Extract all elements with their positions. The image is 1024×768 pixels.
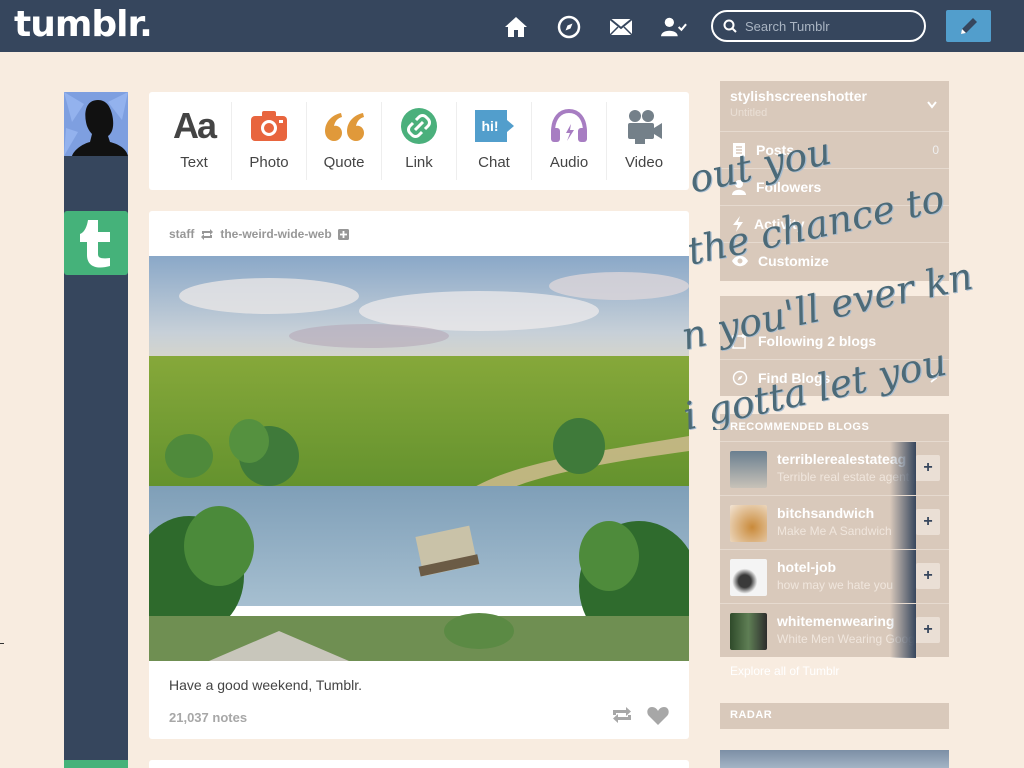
sidebar-item-customize[interactable]: Customize <box>720 242 949 279</box>
radar-image[interactable] <box>720 750 949 768</box>
fade-overlay <box>890 496 916 550</box>
recommended-blog-item[interactable]: hotel-job how may we hate you + <box>720 549 949 604</box>
post-type-selector: Aa Text Photo Quote Link hi! Chat Audio <box>149 92 689 190</box>
recommended-blogs-title: RECOMMENDED BLOGS <box>730 421 870 433</box>
tumblr-logo[interactable]: tumblr. <box>14 4 153 45</box>
compose-button[interactable] <box>946 10 991 42</box>
dashboard-post: staff the-weird-wide-web Have a good wee… <box>149 211 689 739</box>
edge-marker <box>0 643 4 644</box>
sidebar-item-activity[interactable]: Activity <box>720 205 949 242</box>
post-type-label: Video <box>624 154 664 171</box>
post-author-link[interactable]: staff <box>169 227 194 241</box>
find-blogs-label: Find Blogs <box>758 370 831 386</box>
sidebar-item-count: 0 <box>932 143 939 157</box>
mail-icon[interactable] <box>608 14 634 40</box>
quote-icon <box>325 113 364 141</box>
heart-icon[interactable] <box>647 706 669 725</box>
user-avatar[interactable] <box>64 92 128 156</box>
blog-avatar <box>730 451 767 488</box>
account-icon[interactable] <box>661 14 687 40</box>
sidebar-recommended-panel: RECOMMENDED BLOGS terriblerealestateag T… <box>720 414 949 658</box>
compass-icon[interactable] <box>556 14 582 40</box>
post-type-label: Link <box>405 154 433 171</box>
post-type-label: Chat <box>478 154 510 171</box>
post-image[interactable] <box>149 256 689 661</box>
post-type-label: Audio <box>549 154 589 171</box>
fade-overlay <box>890 604 916 658</box>
next-post-avatar[interactable] <box>64 760 128 768</box>
person-icon <box>732 180 746 195</box>
recommended-blog-item[interactable]: bitchsandwich Make Me A Sandwich + <box>720 495 949 550</box>
sidebar-item-label: Customize <box>758 253 829 269</box>
text-post-icon: Aa <box>172 105 217 146</box>
sidebar-item-label: Activity <box>754 216 805 232</box>
follow-button[interactable]: + <box>916 509 940 535</box>
post-type-video[interactable]: Video <box>607 102 681 180</box>
staff-avatar[interactable] <box>64 211 128 275</box>
sidebar-item-followers[interactable]: Followers <box>720 168 949 205</box>
blog-avatar <box>730 613 767 650</box>
sidebar-item-posts[interactable]: Posts 0 <box>720 131 949 168</box>
following-count: Following 2 blogs <box>758 332 877 349</box>
link-icon <box>401 108 437 144</box>
follow-button[interactable]: + <box>916 455 940 481</box>
recommended-blog-item[interactable]: terriblerealestateag Terrible real estat… <box>720 441 949 496</box>
post-caption: Have a good weekend, Tumblr. <box>169 677 363 693</box>
post-actions <box>611 706 669 725</box>
follow-button[interactable]: + <box>916 617 940 643</box>
reblog-icon[interactable] <box>611 706 633 724</box>
sidebar-item-find-blogs[interactable]: Find Blogs <box>720 359 949 396</box>
post-type-quote[interactable]: Quote <box>307 102 382 180</box>
home-icon[interactable] <box>503 14 529 40</box>
search-input[interactable] <box>745 18 915 34</box>
eye-icon <box>732 255 748 267</box>
next-post <box>149 760 689 768</box>
explore-link[interactable]: Explore all of Tumblr <box>730 664 839 678</box>
chevron-down-icon[interactable] <box>927 101 937 109</box>
video-camera-icon <box>628 110 662 144</box>
blog-subtitle: Untitled <box>730 107 768 119</box>
post-type-chat[interactable]: hi! Chat <box>457 102 532 180</box>
post-notes-count[interactable]: 21,037 notes <box>169 710 247 725</box>
radar-title: RADAR <box>730 709 773 721</box>
headphones-icon <box>551 108 587 142</box>
fade-overlay <box>890 442 916 496</box>
post-type-audio[interactable]: Audio <box>532 102 607 180</box>
recommended-blog-item[interactable]: whitemenwearing White Men Wearing Google… <box>720 603 949 658</box>
following-icon <box>732 333 746 349</box>
compass-small-icon <box>732 370 748 386</box>
post-type-label: Photo <box>249 154 289 171</box>
reblogged-from-link[interactable]: the-weird-wide-web <box>220 227 331 241</box>
post-header: staff the-weird-wide-web <box>169 227 349 241</box>
post-type-text[interactable]: Aa Text <box>157 102 232 180</box>
follow-button[interactable]: + <box>916 563 940 589</box>
blog-avatar <box>730 505 767 542</box>
post-type-photo[interactable]: Photo <box>232 102 307 180</box>
sidebar-item-label: Followers <box>756 179 822 195</box>
post-type-label: Text <box>180 154 208 171</box>
post-type-label: Quote <box>323 154 365 171</box>
sidebar-radar-panel: RADAR <box>720 703 949 729</box>
document-icon <box>733 143 745 157</box>
avatar-column <box>64 92 128 768</box>
pencil-icon <box>960 18 977 34</box>
lightning-icon <box>733 216 743 232</box>
post-type-link[interactable]: Link <box>382 102 457 180</box>
reblog-small-icon <box>201 228 214 240</box>
follow-plus-icon[interactable] <box>337 228 349 240</box>
fade-overlay <box>890 550 916 604</box>
chat-icon-glyph: hi! <box>481 118 499 134</box>
top-navigation-bar: tumblr. <box>0 0 1024 52</box>
search-icon <box>723 19 737 33</box>
camera-icon <box>251 111 287 141</box>
sidebar-item-following[interactable]: Following 2 blogs <box>720 322 949 359</box>
chevron-right-icon <box>930 373 937 383</box>
search-box[interactable] <box>711 10 926 42</box>
blog-avatar <box>730 559 767 596</box>
sidebar-item-label: Posts <box>756 142 795 158</box>
blog-name[interactable]: stylishscreenshotter <box>730 88 867 104</box>
sidebar-blog-panel: stylishscreenshotter Untitled Posts 0 Fo… <box>720 81 949 281</box>
sidebar-following-panel: Following 2 blogs Find Blogs <box>720 296 949 396</box>
